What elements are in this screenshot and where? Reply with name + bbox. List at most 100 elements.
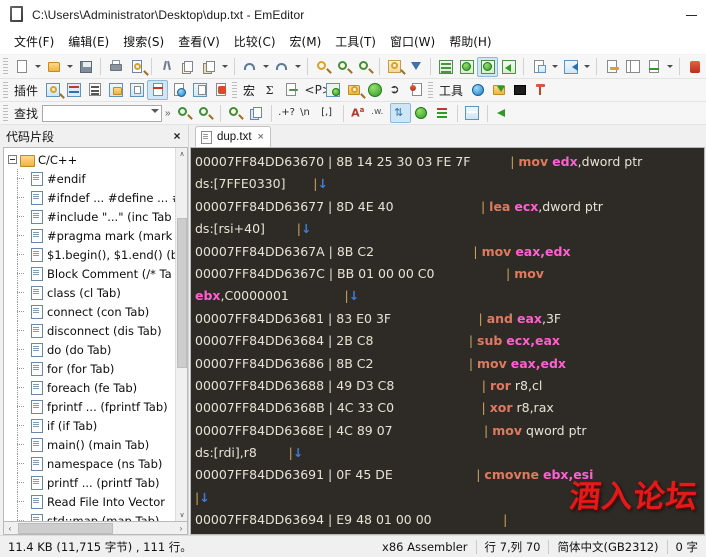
list-item[interactable]: #pragma mark (mark (4, 226, 175, 245)
customize-tools-icon[interactable] (530, 80, 551, 100)
cursor-position-status[interactable]: 行 7,列 70 (477, 539, 549, 555)
sort-icon[interactable] (560, 57, 581, 77)
list-item[interactable]: for (for Tab) (4, 359, 175, 378)
toolbar-grip[interactable] (3, 58, 8, 75)
syntax-status[interactable]: x86 Assembler (374, 540, 476, 554)
list-item[interactable]: Read File Into Vector (4, 492, 175, 511)
snippets-icon[interactable] (42, 80, 63, 100)
toolbar-grip[interactable] (3, 82, 8, 99)
find-prev-icon[interactable] (354, 57, 375, 77)
wrap-around-icon[interactable]: ⇅ (390, 103, 411, 123)
list-item[interactable]: do (do Tab) (4, 340, 175, 359)
redo-dropdown-icon[interactable] (292, 57, 303, 77)
toolbar-grip[interactable] (428, 82, 433, 99)
list-item[interactable]: class (cl Tab) (4, 283, 175, 302)
collapse-icon[interactable] (8, 155, 17, 164)
projects-icon[interactable] (105, 80, 126, 100)
code-view[interactable]: 00007FF84DD63670 | 8B 14 25 30 03 FE 7F … (191, 148, 704, 534)
bookmark-icon[interactable] (411, 103, 432, 123)
find-history-dropdown-icon[interactable] (151, 109, 159, 113)
open-in-explorer-icon[interactable] (488, 80, 509, 100)
menu-window[interactable]: 窗口(W) (383, 30, 442, 54)
customize-macro-icon[interactable] (322, 80, 343, 100)
print-icon[interactable] (105, 57, 126, 77)
find-next-icon[interactable] (333, 57, 354, 77)
close-icon[interactable]: × (170, 129, 184, 143)
find-all-icon[interactable] (225, 103, 246, 123)
find-input-wrapper[interactable] (42, 105, 162, 122)
close-icon[interactable]: × (258, 131, 264, 143)
cut-icon[interactable] (156, 57, 177, 77)
paste-dropdown-icon[interactable] (219, 57, 230, 77)
edit-marks-icon[interactable] (622, 57, 643, 77)
sync-scroll-icon[interactable] (477, 57, 498, 77)
find-icon[interactable] (312, 57, 333, 77)
copy-matches-icon[interactable] (246, 103, 267, 123)
open-folder-dropdown-icon[interactable] (64, 57, 75, 77)
outline-icon[interactable] (84, 80, 105, 100)
tree-horizontal-scrollbar[interactable]: ‹ › (3, 522, 188, 535)
search-bar-icon[interactable] (462, 103, 483, 123)
scroll-left-icon[interactable]: ‹ (4, 523, 16, 534)
list-item[interactable]: printf ... (printf Tab) (4, 473, 175, 492)
scrollbar-thumb[interactable] (18, 523, 113, 534)
browser-icon[interactable] (467, 80, 488, 100)
copy-icon[interactable] (177, 57, 198, 77)
macro-library-icon[interactable] (343, 80, 364, 100)
clipboard-history-icon[interactable] (189, 80, 210, 100)
export-icon[interactable] (498, 57, 519, 77)
sum-icon[interactable]: Σ (259, 80, 280, 100)
bracket-icon[interactable]: [,] (318, 103, 339, 123)
list-item[interactable]: disconnect (dis Tab) (4, 321, 175, 340)
tab-dup-txt[interactable]: dup.txt × (195, 126, 271, 147)
match-word-icon[interactable]: .w. (369, 103, 390, 123)
align-icon[interactable] (435, 57, 456, 77)
spell-check-icon[interactable] (643, 57, 664, 77)
scrollbar-thumb[interactable] (177, 218, 187, 368)
save-icon[interactable] (75, 57, 96, 77)
new-document-icon[interactable] (11, 57, 32, 77)
csv-plugin-icon[interactable] (63, 80, 84, 100)
list-item[interactable]: std::map (map Tab) (4, 511, 175, 521)
number-plugin-icon[interactable] (210, 80, 231, 100)
toolbar-grip[interactable] (232, 82, 237, 99)
escape-sequence-icon[interactable]: \n (297, 103, 318, 123)
list-item[interactable]: connect (con Tab) (4, 302, 175, 321)
hscroll-track[interactable] (16, 523, 175, 534)
macro-label[interactable]: 宏 (240, 82, 259, 99)
menu-tools[interactable]: 工具(T) (328, 30, 383, 54)
list-item[interactable]: fprintf ... (fprintf Tab) (4, 397, 175, 416)
sort-dropdown-icon[interactable] (581, 57, 592, 77)
list-item[interactable]: #ifndef ... #define ... # (4, 188, 175, 207)
spell-dropdown-icon[interactable] (664, 57, 675, 77)
menu-file[interactable]: 文件(F) (7, 30, 61, 54)
scroll-right-icon[interactable]: › (175, 523, 187, 534)
find-more-chevron-icon[interactable]: » (162, 108, 174, 119)
macro-pointer-icon[interactable]: ➲ (385, 80, 406, 100)
goto-icon[interactable] (492, 103, 513, 123)
undo-icon[interactable] (239, 57, 260, 77)
find-in-files-icon[interactable] (384, 57, 405, 77)
list-item[interactable]: if (if Tab) (4, 416, 175, 435)
edit-macro-icon[interactable] (280, 80, 301, 100)
list-item[interactable]: Block Comment (/* Ta (4, 264, 175, 283)
search-input[interactable] (43, 106, 161, 121)
stop-icon[interactable] (684, 57, 705, 77)
compare-icon[interactable] (456, 57, 477, 77)
menu-help[interactable]: 帮助(H) (442, 30, 498, 54)
scroll-up-icon[interactable]: ∧ (176, 148, 188, 160)
edit-mark-icon[interactable] (601, 57, 622, 77)
csv-icon[interactable] (528, 57, 549, 77)
filter-icon[interactable] (405, 57, 426, 77)
menu-search[interactable]: 搜索(S) (116, 30, 171, 54)
html-bar-icon[interactable] (168, 80, 189, 100)
paste-icon[interactable] (198, 57, 219, 77)
redo-icon[interactable] (271, 57, 292, 77)
find-prev-icon[interactable] (174, 103, 195, 123)
open-folder-icon[interactable] (43, 57, 64, 77)
menu-edit[interactable]: 编辑(E) (61, 30, 116, 54)
plugins-label[interactable]: 插件 (11, 82, 42, 99)
explorer-icon[interactable] (126, 80, 147, 100)
list-item[interactable]: namespace (ns Tab) (4, 454, 175, 473)
new-document-dropdown-icon[interactable] (32, 57, 43, 77)
